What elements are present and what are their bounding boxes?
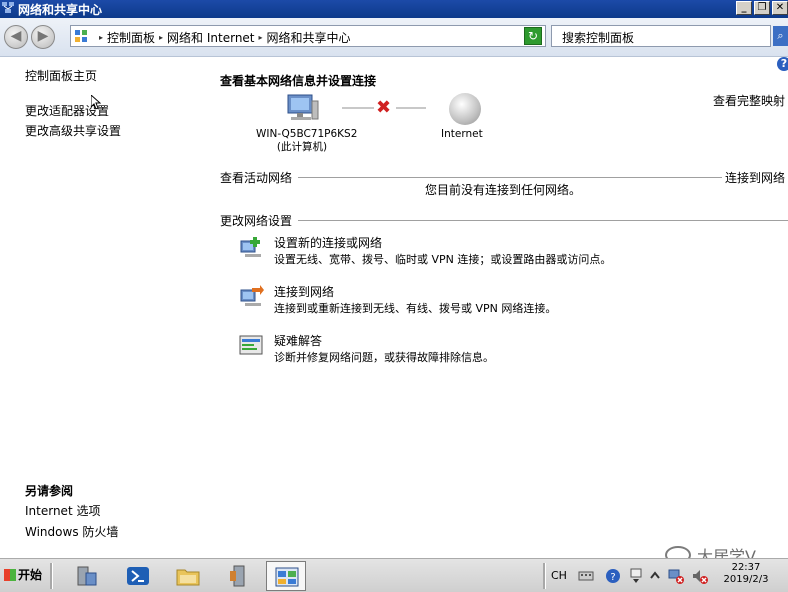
divider <box>298 177 722 178</box>
address-bar[interactable]: ▸ 控制面板 ▸ 网络和 Internet ▸ 网络和共享中心 ▼ <box>70 25 546 47</box>
computer-icon <box>287 94 319 120</box>
computer-sub: (此计算机) <box>276 141 328 153</box>
help-tray-icon[interactable]: ? <box>605 568 621 584</box>
clock[interactable]: 22:37 2019/2/3 <box>720 562 772 586</box>
close-button[interactable]: ✕ <box>772 1 788 15</box>
taskbar-server-manager[interactable] <box>66 561 106 591</box>
chevron-up-icon[interactable] <box>647 568 663 584</box>
search-placeholder: 搜索控制面板 <box>562 31 635 45</box>
windows-logo-icon <box>4 569 16 581</box>
computer-name: WIN-Q5BC71P6KS2 <box>256 128 358 140</box>
task-description: 连接到或重新连接到无线、有线、拨号或 VPN 网络连接。 <box>274 302 557 315</box>
title-bar: 网络和共享中心 _ ❐ ✕ <box>0 0 788 18</box>
folder-icon <box>176 569 200 586</box>
server-manager-icon <box>77 566 97 586</box>
clock-date: 2019/2/3 <box>723 574 769 585</box>
chevron-right-icon[interactable]: ▸ <box>159 33 163 42</box>
start-button[interactable]: 开始 <box>0 563 46 588</box>
forward-button[interactable]: ▶ <box>31 25 55 49</box>
connection-line <box>342 107 374 109</box>
task-description: 诊断并修复网络问题，或获得故障排除信息。 <box>274 351 494 364</box>
input-options-icon[interactable] <box>628 568 644 584</box>
task-troubleshoot: 疑难解答 诊断并修复网络问题，或获得故障排除信息。 <box>238 333 778 367</box>
minimize-button[interactable]: _ <box>736 1 752 15</box>
maximize-button[interactable]: ❐ <box>754 1 770 15</box>
new-connection-icon <box>240 237 261 257</box>
mouse-cursor-icon <box>91 95 101 109</box>
keyboard-icon[interactable] <box>578 568 594 584</box>
navigation-bar: ◀ ▶ ▸ 控制面板 ▸ 网络和 Internet ▸ 网络和共享中心 ▼ ↻ … <box>0 18 788 57</box>
task-connect-network: 连接到网络 连接到或重新连接到无线、有线、拨号或 VPN 网络连接。 <box>238 284 778 318</box>
link-change-advanced-sharing[interactable]: 更改高级共享设置 <box>25 122 121 139</box>
taskbar-tools[interactable] <box>218 561 258 591</box>
network-tray-icon[interactable] <box>668 568 684 584</box>
search-input[interactable]: 搜索控制面板 <box>551 25 771 47</box>
link-connect-to-network[interactable]: 连接到网络 <box>725 169 785 186</box>
connection-line <box>396 107 426 109</box>
internet-label: Internet <box>441 128 483 140</box>
chevron-right-icon[interactable]: ▸ <box>99 33 103 42</box>
task-new-connection: 设置新的连接或网络 设置无线、宽带、拨号、临时或 VPN 连接；或设置路由器或访… <box>238 235 778 269</box>
breadcrumb: ▸ 控制面板 ▸ 网络和 Internet ▸ 网络和共享中心 <box>95 29 351 46</box>
task-description: 设置无线、宽带、拨号、临时或 VPN 连接；或设置路由器或访问点。 <box>274 253 612 266</box>
link-setup-new-connection[interactable]: 设置新的连接或网络 <box>274 234 382 251</box>
breadcrumb-network-internet[interactable]: 网络和 Internet <box>167 29 254 46</box>
divider <box>50 563 53 589</box>
link-view-full-map[interactable]: 查看完整映射 <box>713 92 785 109</box>
page-heading: 查看基本网络信息并设置连接 <box>220 74 377 88</box>
help-icon[interactable]: ? <box>777 57 788 71</box>
link-troubleshoot[interactable]: 疑难解答 <box>274 332 322 349</box>
control-panel-window-icon <box>275 567 299 587</box>
computer-label: WIN-Q5BC71P6KS2 (此计算机) <box>256 128 358 154</box>
link-connect-network[interactable]: 连接到网络 <box>274 283 334 300</box>
see-also-title: 另请参阅 <box>25 484 74 498</box>
change-settings-section: 更改网络设置 <box>220 212 788 228</box>
clock-time: 22:37 <box>731 562 761 573</box>
connect-network-icon <box>240 285 264 306</box>
taskbar-explorer[interactable] <box>168 561 208 591</box>
taskbar-powershell[interactable] <box>118 561 158 591</box>
active-networks-label: 查看活动网络 <box>220 171 293 185</box>
troubleshoot-icon <box>239 335 263 355</box>
start-label: 开始 <box>18 568 43 582</box>
chevron-right-icon[interactable]: ▸ <box>259 33 263 42</box>
divider <box>543 563 546 589</box>
control-panel-icon <box>75 30 87 42</box>
breadcrumb-control-panel[interactable]: 控制面板 <box>107 29 155 46</box>
svg-text:?: ? <box>610 572 615 583</box>
taskbar: 开始 CH ? 22:37 2019/2/3 <box>0 558 788 592</box>
link-windows-firewall[interactable]: Windows 防火墙 <box>25 523 118 540</box>
taskbar-network-center[interactable] <box>266 561 306 591</box>
internet-globe-icon[interactable] <box>449 93 481 125</box>
search-icon[interactable]: ⌕ <box>773 26 788 46</box>
admin-tools-icon <box>230 565 245 587</box>
window-controls: _ ❐ ✕ <box>736 1 788 15</box>
breadcrumb-network-sharing-center[interactable]: 网络和共享中心 <box>267 29 351 46</box>
language-indicator[interactable]: CH <box>551 569 567 582</box>
volume-muted-icon[interactable] <box>692 568 708 584</box>
refresh-button[interactable]: ↻ <box>524 27 542 45</box>
divider <box>298 220 788 221</box>
no-network-status: 您目前没有连接到任何网络。 <box>425 183 582 197</box>
powershell-icon <box>127 567 149 585</box>
window-title: 网络和共享中心 <box>18 3 103 17</box>
change-settings-label: 更改网络设置 <box>220 214 293 228</box>
link-control-panel-home[interactable]: 控制面板主页 <box>25 67 97 84</box>
network-center-icon <box>2 2 14 13</box>
link-internet-options[interactable]: Internet 选项 <box>25 502 100 519</box>
disconnected-x-icon[interactable]: ✖ <box>376 99 391 117</box>
back-button[interactable]: ◀ <box>4 25 28 49</box>
